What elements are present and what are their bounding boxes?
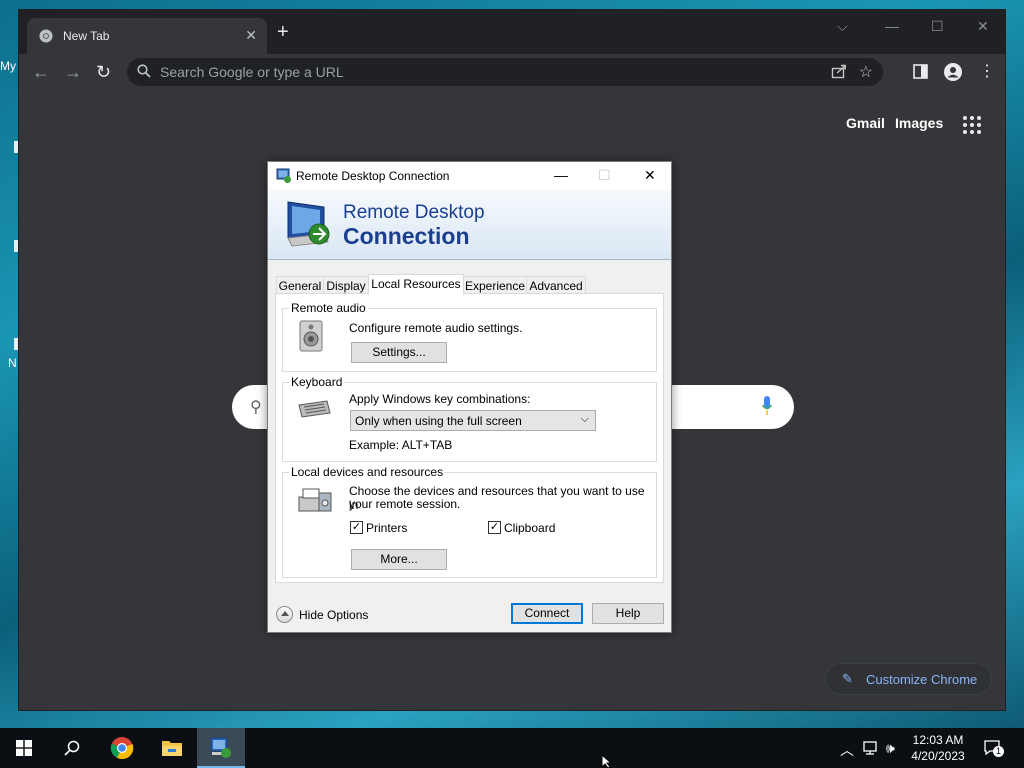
taskbar-search-button[interactable] [48, 728, 96, 768]
tab-close-icon[interactable]: ✕ [245, 27, 257, 44]
keyboard-combination-dropdown[interactable]: Only when using the full screen ⌵ [350, 410, 596, 431]
tab-local-resources[interactable]: Local Resources [368, 274, 464, 295]
keyboard-icon [298, 400, 331, 418]
taskbar: ︿ 🕪 12:03 AM 4/20/2023 1 [0, 728, 1024, 768]
forward-button[interactable]: → [64, 63, 82, 81]
microphone-icon[interactable] [762, 396, 772, 416]
customize-chrome-label: Customize Chrome [866, 672, 978, 687]
tab-experience[interactable]: Experience [463, 276, 527, 294]
more-menu-icon[interactable]: ⋮ [979, 63, 995, 81]
printers-label: Printers [366, 521, 408, 535]
rdc-close-button[interactable]: ✕ [644, 167, 656, 184]
side-panel-icon[interactable] [913, 64, 928, 79]
notification-center-icon[interactable]: 1 [984, 740, 1004, 757]
keyboard-label: Keyboard [289, 375, 345, 389]
mouse-cursor-icon [601, 754, 613, 768]
notification-badge: 1 [993, 746, 1004, 757]
desktop-icon-label: My [0, 59, 16, 73]
rdc-maximize-button: ☐ [598, 167, 611, 183]
taskbar-remote-desktop[interactable] [197, 728, 245, 768]
taskbar-file-explorer[interactable] [148, 728, 196, 768]
omnibox[interactable]: Search Google or type a URL ☆ [127, 58, 883, 86]
share-icon[interactable] [831, 63, 847, 79]
remote-desktop-icon [276, 168, 291, 183]
new-tab-button[interactable]: + [277, 22, 289, 42]
pencil-icon: ✎ [842, 671, 853, 686]
rdc-banner-title-line2: Connection [343, 223, 470, 249]
windows-icon [16, 740, 32, 756]
connect-button[interactable]: Connect [511, 603, 583, 624]
rdc-dialog: Remote Desktop Connection — ☐ ✕ Remote D… [267, 161, 672, 633]
chrome-icon [110, 737, 134, 760]
tab-general[interactable]: General [276, 276, 324, 294]
images-link[interactable]: Images [895, 115, 943, 131]
network-icon[interactable] [863, 740, 879, 756]
keyboard-group: Keyboard Apply Windows key combinations:… [282, 375, 657, 462]
chevron-down-icon: ⌵ [580, 413, 589, 425]
hide-options-link[interactable]: Hide Options [299, 608, 368, 622]
desktop-icon-label: N [8, 356, 17, 370]
tab-new-tab[interactable]: New Tab ✕ [27, 18, 267, 54]
chrome-icon [39, 29, 53, 43]
tab-display[interactable]: Display [323, 276, 369, 294]
tab-search-icon[interactable]: ⌵ [837, 18, 848, 35]
remote-desktop-logo-icon [287, 201, 330, 247]
clipboard-checkbox[interactable]: ✓ [488, 521, 501, 534]
printers-checkbox[interactable]: ✓ [350, 521, 363, 534]
reload-button[interactable]: ↻ [96, 63, 111, 81]
chevron-up-icon[interactable]: ︿ [840, 740, 854, 760]
apps-grid-icon[interactable] [963, 116, 981, 134]
clock-time: 12:03 AM [912, 733, 964, 747]
help-button[interactable]: Help [592, 603, 664, 624]
keyboard-example: Example: ALT+TAB [349, 438, 453, 452]
profile-icon[interactable] [944, 63, 962, 81]
search-icon: ⚲ [250, 399, 262, 416]
gmail-link[interactable]: Gmail [846, 115, 885, 131]
toolbar: ← → ↻ Search Google or type a URL ☆ ⋮ [19, 54, 1005, 90]
remote-desktop-icon [210, 737, 231, 758]
folder-icon [162, 741, 182, 756]
search-icon [137, 64, 151, 78]
back-button[interactable]: ← [32, 63, 50, 81]
rdc-minimize-button[interactable]: — [554, 167, 568, 183]
local-resources-panel: Remote audio Configure remote audio sett… [275, 293, 664, 583]
volume-icon[interactable]: 🕪 [886, 740, 895, 757]
local-devices-description-line2: your remote session. [349, 497, 461, 511]
remote-audio-description: Configure remote audio settings. [349, 321, 523, 335]
speaker-icon [299, 320, 323, 352]
start-button[interactable] [0, 728, 48, 768]
remote-audio-label: Remote audio [289, 301, 368, 315]
minimize-button[interactable]: — [885, 18, 899, 34]
rdc-banner-title-line1: Remote Desktop [343, 202, 485, 223]
remote-audio-group: Remote audio Configure remote audio sett… [282, 301, 657, 372]
search-icon [64, 740, 80, 756]
bookmark-star-icon[interactable]: ☆ [859, 62, 873, 82]
close-button[interactable]: ✕ [977, 18, 989, 35]
maximize-button[interactable]: ☐ [931, 18, 944, 35]
local-devices-group: Local devices and resources Choose the d… [282, 465, 657, 578]
rdc-title-bar: Remote Desktop Connection — ☐ ✕ [268, 162, 671, 190]
devices-icon [298, 488, 332, 512]
taskbar-chrome[interactable] [98, 728, 146, 768]
rdc-title: Remote Desktop Connection [296, 169, 450, 183]
omnibox-placeholder: Search Google or type a URL [160, 64, 344, 80]
customize-chrome-button[interactable]: ✎ Customize Chrome [825, 663, 992, 695]
more-devices-button[interactable]: More... [351, 549, 447, 570]
clock-date: 4/20/2023 [911, 749, 965, 763]
chevron-up-icon[interactable] [276, 606, 293, 623]
tab-title: New Tab [63, 29, 110, 43]
rdc-banner: Remote Desktop Connection [268, 190, 671, 260]
keyboard-selected-value: Only when using the full screen [355, 414, 522, 428]
tab-advanced[interactable]: Advanced [526, 276, 586, 294]
system-clock[interactable]: 12:03 AM 4/20/2023 [905, 732, 971, 764]
clipboard-label: Clipboard [504, 521, 556, 535]
local-devices-label: Local devices and resources [289, 465, 446, 479]
keyboard-description: Apply Windows key combinations: [349, 392, 531, 406]
tab-strip: New Tab ✕ + ⌵ — ☐ ✕ [19, 10, 1005, 54]
audio-settings-button[interactable]: Settings... [351, 342, 447, 363]
